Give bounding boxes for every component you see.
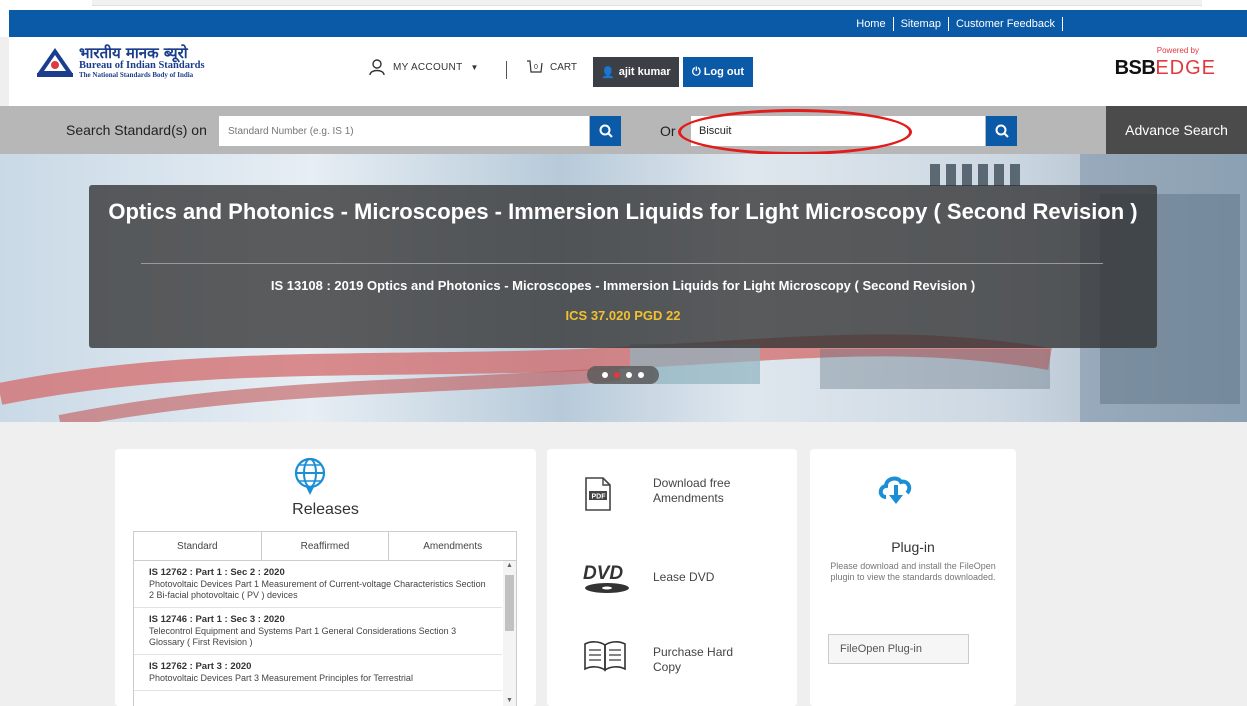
svg-text:0: 0 [534,64,538,71]
scroll-up-icon[interactable]: ▲ [506,562,513,569]
carousel-indicators [587,366,659,384]
carousel-dot-1[interactable] [602,372,608,378]
download-amendments-link[interactable]: Download free Amendments [653,476,763,506]
bis-logo[interactable]: भारतीय मानक ब्यूरो Bureau of Indian Stan… [35,46,205,79]
user-button[interactable]: 👤 ajit kumar [593,57,679,87]
tab-reaffirmed[interactable]: Reaffirmed [262,532,390,560]
tab-amendments[interactable]: Amendments [389,532,516,560]
search-label: Search Standard(s) on [66,122,207,138]
advance-search-button[interactable]: Advance Search [1106,106,1247,154]
release-description: Photovoltaic Devices Part 1 Measurement … [149,579,486,600]
header-divider [506,61,507,79]
powered-by-text: Powered by [1156,46,1199,55]
scroll-down-icon[interactable]: ▼ [506,697,513,704]
keyword-search-input[interactable] [691,116,985,146]
svg-text:DVD: DVD [583,563,623,584]
search-bar: Search Standard(s) on Or Advance Search [0,106,1247,154]
power-icon: ⏻ [692,65,701,78]
cart-icon: 0 [527,60,543,73]
user-icon [369,59,385,75]
customer-feedback-link[interactable]: Customer Feedback [949,17,1063,31]
sitemap-link[interactable]: Sitemap [894,17,949,31]
downloads-card: PDF Download free Amendments DVD Lease D… [547,449,797,706]
releases-tabs: Standard Reaffirmed Amendments [133,531,517,561]
site-header: भारतीय मानक ब्यूरो Bureau of Indian Stan… [9,37,1247,106]
fileopen-plugin-button[interactable]: FileOpen Plug-in [828,634,969,664]
logout-label: Log out [703,66,745,78]
banner-divider [141,263,1103,264]
standard-search-button[interactable] [590,116,621,146]
edge-text: EDGE [1155,57,1216,79]
plugin-title: Plug-in [891,539,935,555]
release-description: Telecontrol Equipment and Systems Part 1… [149,626,457,647]
releases-list[interactable]: IS 12762 : Part 1 : Sec 2 : 2020 Photovo… [133,561,517,706]
top-nav-bar: Home Sitemap Customer Feedback [9,10,1247,37]
releases-title: Releases [292,501,359,518]
bsb-text: BSB [1114,57,1156,79]
plugin-card: Plug-in Please download and install the … [810,449,1016,706]
release-standard-number: IS 12746 : Part 1 : Sec 3 : 2020 [149,614,285,625]
pdf-icon: PDF [583,475,613,518]
logout-button[interactable]: ⏻ Log out [683,57,754,87]
user-name: ajit kumar [618,66,671,78]
caret-down-icon: ▼ [470,62,479,72]
search-icon [599,124,613,138]
my-account-label: MY ACCOUNT [393,61,463,73]
list-item[interactable]: IS 12762 : Part 1 : Sec 2 : 2020 Photovo… [134,561,502,608]
user-solid-icon: 👤 [601,66,615,79]
horizontal-scrollbar[interactable] [92,0,1202,6]
carousel-dot-2[interactable] [614,372,620,378]
release-standard-number: IS 12762 : Part 1 : Sec 2 : 2020 [149,567,285,578]
banner-ics-code: ICS 37.020 PGD 22 [565,308,681,323]
release-standard-number: IS 12762 : Part 3 : 2020 [149,661,252,672]
carousel-dot-3[interactable] [626,372,632,378]
cloud-download-icon [877,471,913,512]
logo-english-text: Bureau of Indian Standards [79,60,205,71]
home-link[interactable]: Home [849,17,894,31]
cart-link[interactable]: 0 CART [526,59,577,75]
dvd-icon: DVD [583,561,631,600]
globe-icon [292,457,328,502]
releases-card: Releases Standard Reaffirmed Amendments … [115,449,536,706]
bis-emblem-icon [35,46,75,78]
list-item[interactable]: IS 12746 : Part 1 : Sec 3 : 2020 Telecon… [134,608,502,655]
my-account-menu[interactable]: MY ACCOUNT ▼ [369,59,479,75]
or-label: Or [660,123,676,139]
releases-scrollbar[interactable]: ▲ ▼ [503,561,516,706]
lease-dvd-link[interactable]: Lease DVD [653,570,714,585]
keyword-search-button[interactable] [986,116,1017,146]
carousel-dot-4[interactable] [638,372,644,378]
logo-hindi-text: भारतीय मानक ब्यूरो [79,44,188,62]
scrollbar-thumb[interactable] [505,575,514,631]
cart-label: CART [550,61,578,73]
bsb-edge-logo: BSB EDGE [1115,57,1216,80]
top-links: Home Sitemap Customer Feedback [849,17,1063,31]
search-icon [995,124,1009,138]
purchase-hard-copy-link[interactable]: Purchase Hard Copy [653,645,743,675]
list-item[interactable]: IS 12762 : Part 3 : 2020 Photovoltaic De… [134,655,502,691]
tab-standard[interactable]: Standard [134,532,262,560]
hero-banner: Optics and Photonics - Microscopes - Imm… [0,154,1247,422]
svg-text:PDF: PDF [592,494,607,501]
plugin-description: Please download and install the FileOpen… [830,561,996,582]
banner-overlay[interactable]: Optics and Photonics - Microscopes - Imm… [89,185,1157,348]
banner-title: Optics and Photonics - Microscopes - Imm… [108,199,1138,224]
logo-tagline: The National Standards Body of India [79,70,194,79]
release-description: Photovoltaic Devices Part 3 Measurement … [149,673,413,683]
banner-subtitle: IS 13108 : 2019 Optics and Photonics - M… [270,278,976,293]
book-icon [583,639,627,678]
standard-number-input[interactable] [219,116,589,146]
